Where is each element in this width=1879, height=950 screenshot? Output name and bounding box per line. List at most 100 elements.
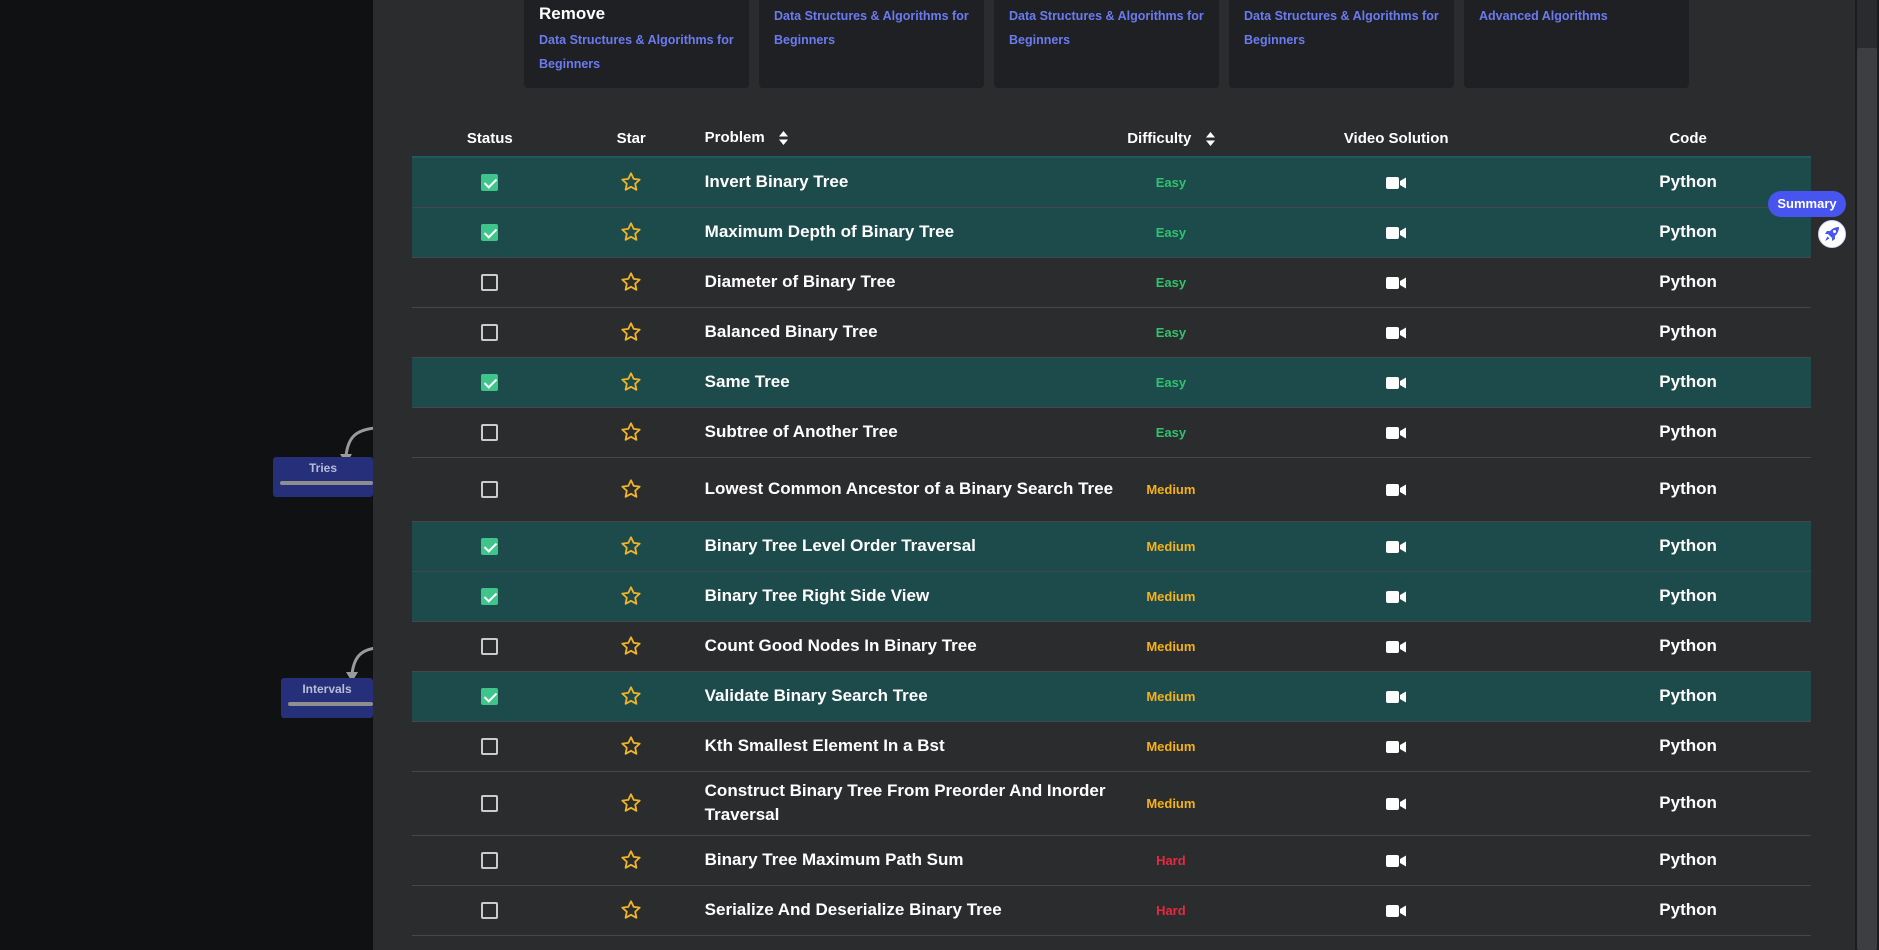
roadmap-node-intervals[interactable]: Intervals (281, 678, 373, 718)
star-icon[interactable] (620, 735, 642, 755)
card-subtitle[interactable]: Data Structures & Algorithms for Beginne… (539, 28, 739, 76)
problem-title[interactable]: Serialize And Deserialize Binary Tree (694, 885, 1115, 936)
scrollbar-thumb[interactable] (1857, 48, 1877, 950)
problem-title[interactable]: Construct Binary Tree From Preorder And … (694, 771, 1115, 836)
video-camera-icon[interactable] (1386, 736, 1407, 755)
header-difficulty[interactable]: Difficulty (1114, 120, 1228, 158)
roadmap-card[interactable]: Remove Data Structures & Algorithms for … (524, 0, 749, 88)
roadmap-card[interactable]: Data Structures & Algorithms for Beginne… (759, 0, 984, 88)
roadmap-card[interactable]: Data Structures & Algorithms for Beginne… (994, 0, 1219, 88)
status-checkbox[interactable] (481, 424, 499, 442)
problem-title[interactable]: Subtree of Another Tree (694, 407, 1115, 458)
header-problem[interactable]: Problem (694, 120, 1115, 158)
star-icon[interactable] (620, 585, 642, 605)
problem-title[interactable]: Count Good Nodes In Binary Tree (694, 621, 1115, 672)
status-checkbox[interactable] (481, 324, 499, 342)
status-checkbox[interactable] (481, 902, 499, 920)
problem-title[interactable]: Invert Binary Tree (694, 157, 1115, 208)
card-subtitle[interactable]: Data Structures & Algorithms for Beginne… (774, 4, 974, 52)
video-camera-icon[interactable] (1386, 222, 1407, 241)
code-link[interactable]: Python (1565, 721, 1811, 772)
code-link[interactable]: Python (1565, 407, 1811, 458)
star-icon[interactable] (620, 849, 642, 869)
star-icon[interactable] (620, 792, 642, 812)
problem-title[interactable]: Diameter of Binary Tree (694, 257, 1115, 308)
video-camera-icon[interactable] (1386, 536, 1407, 555)
video-cell (1227, 521, 1566, 572)
status-checkbox[interactable] (481, 852, 499, 870)
video-camera-icon[interactable] (1386, 479, 1407, 498)
code-link[interactable]: Python (1565, 257, 1811, 308)
status-cell (412, 771, 568, 836)
card-subtitle[interactable]: Data Structures & Algorithms for Beginne… (1009, 4, 1209, 52)
star-cell (567, 571, 695, 622)
status-checkbox[interactable] (481, 538, 499, 556)
video-camera-icon[interactable] (1386, 793, 1407, 812)
problem-title[interactable]: Lowest Common Ancestor of a Binary Searc… (694, 457, 1115, 522)
status-checkbox[interactable] (481, 588, 499, 606)
star-icon[interactable] (620, 478, 642, 498)
status-cell (412, 671, 568, 722)
status-checkbox[interactable] (481, 224, 499, 242)
star-icon[interactable] (620, 172, 642, 191)
video-camera-icon[interactable] (1386, 900, 1407, 919)
sort-icon[interactable] (1205, 131, 1215, 146)
summary-button[interactable]: Summary (1768, 191, 1846, 217)
status-checkbox[interactable] (481, 638, 499, 656)
problem-title[interactable]: Maximum Depth of Binary Tree (694, 207, 1115, 258)
video-camera-icon[interactable] (1386, 586, 1407, 605)
problem-title[interactable]: Kth Smallest Element In a Bst (694, 721, 1115, 772)
status-checkbox[interactable] (481, 274, 499, 292)
code-link[interactable]: Python (1565, 835, 1811, 886)
star-icon[interactable] (620, 271, 642, 291)
sort-icon[interactable] (778, 131, 788, 146)
star-icon[interactable] (620, 685, 642, 705)
star-icon[interactable] (620, 221, 642, 241)
video-camera-icon[interactable] (1386, 422, 1407, 441)
star-icon[interactable] (620, 635, 642, 655)
card-subtitle[interactable]: Advanced Algorithms (1479, 4, 1679, 28)
code-link[interactable]: Python (1565, 457, 1811, 522)
video-camera-icon[interactable] (1386, 686, 1407, 705)
video-camera-icon[interactable] (1386, 636, 1407, 655)
code-link[interactable]: Python (1565, 357, 1811, 408)
code-link[interactable]: Python (1565, 885, 1811, 936)
status-cell (412, 207, 568, 258)
star-icon[interactable] (620, 535, 642, 555)
star-icon[interactable] (620, 899, 642, 919)
problem-title[interactable]: Validate Binary Search Tree (694, 671, 1115, 722)
code-link[interactable]: Python (1565, 671, 1811, 722)
rocket-button[interactable] (1818, 220, 1846, 248)
star-icon[interactable] (620, 321, 642, 341)
video-camera-icon[interactable] (1386, 272, 1407, 291)
status-checkbox[interactable] (481, 374, 499, 392)
status-checkbox[interactable] (481, 688, 499, 706)
problem-title[interactable]: Binary Tree Level Order Traversal (694, 521, 1115, 572)
code-link[interactable]: Python (1565, 621, 1811, 672)
problem-title[interactable]: Binary Tree Maximum Path Sum (694, 835, 1115, 886)
card-subtitle[interactable]: Data Structures & Algorithms for Beginne… (1244, 4, 1444, 52)
scrollbar[interactable] (1855, 0, 1879, 950)
roadmap-card[interactable]: Data Structures & Algorithms for Beginne… (1229, 0, 1454, 88)
roadmap-node-tries[interactable]: Tries (273, 457, 373, 497)
video-camera-icon[interactable] (1386, 850, 1407, 869)
code-link[interactable]: Python (1565, 307, 1811, 358)
status-checkbox[interactable] (481, 481, 499, 499)
status-checkbox[interactable] (481, 795, 499, 813)
status-checkbox[interactable] (481, 738, 499, 756)
video-cell (1227, 157, 1566, 208)
problem-title[interactable]: Binary Tree Right Side View (694, 571, 1115, 622)
code-link[interactable]: Python (1565, 571, 1811, 622)
code-link[interactable]: Python (1565, 521, 1811, 572)
table-row: Binary Tree Right Side View Medium Python (412, 571, 1811, 622)
video-camera-icon[interactable] (1386, 322, 1407, 341)
star-icon[interactable] (620, 371, 642, 391)
star-icon[interactable] (620, 421, 642, 441)
problem-title[interactable]: Same Tree (694, 357, 1115, 408)
code-link[interactable]: Python (1565, 771, 1811, 836)
video-camera-icon[interactable] (1386, 372, 1407, 391)
status-checkbox[interactable] (481, 174, 499, 192)
video-camera-icon[interactable] (1386, 172, 1407, 191)
problem-title[interactable]: Balanced Binary Tree (694, 307, 1115, 358)
roadmap-card[interactable]: Advanced Algorithms (1464, 0, 1689, 88)
